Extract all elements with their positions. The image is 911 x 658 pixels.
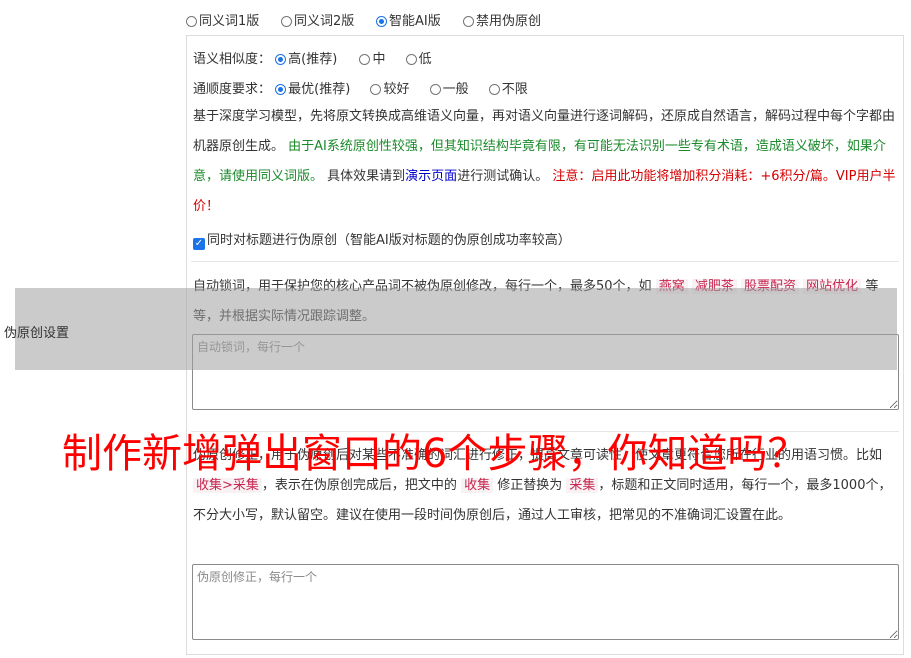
version-option-synonym1[interactable]: 同义词1版 [186,10,259,29]
similarity-label: 语义相似度： [193,52,272,67]
option-label: 高(推荐) [288,52,338,67]
description-text: ，表示在伪原创完成后，把文中的 [261,478,457,493]
fluency-option-unlimited[interactable]: 不限 [488,82,528,97]
radio-icon[interactable] [281,16,292,27]
example-tag: 收集 [461,478,494,493]
radio-selected-icon[interactable] [376,16,387,27]
fluency-row: 通顺度要求： 最优(推荐) 较好 一般 不限 [193,78,528,97]
version-option-disable[interactable]: 禁用伪原创 [463,10,541,29]
option-label: 智能AI版 [389,14,441,29]
option-label: 同义词2版 [294,14,355,29]
radio-selected-icon[interactable] [275,54,287,65]
version-option-synonym2[interactable]: 同义词2版 [281,10,354,29]
radio-icon[interactable] [359,54,371,65]
description-text: 进行测试确认。 [457,169,549,184]
divider [191,261,899,262]
option-label: 最优(推荐) [288,82,351,97]
version-option-ai[interactable]: 智能AI版 [376,10,441,29]
title-rewrite-option[interactable]: ✓ 同时对标题进行伪原创（智能AI版对标题的伪原创成功率较高） [193,229,571,250]
radio-selected-icon[interactable] [275,84,287,95]
radio-icon[interactable] [186,16,197,27]
option-label: 较好 [383,82,410,97]
ai-description: 基于深度学习模型，先将原文转换成高维语义向量，再对语义向量进行逐词解码，还原成自… [193,102,899,222]
correction-textarea[interactable] [192,564,899,640]
radio-icon[interactable] [429,84,441,95]
similarity-option-medium[interactable]: 中 [359,52,385,67]
option-label: 同义词1版 [199,14,260,29]
option-label: 一般 [442,82,469,97]
example-tag: 采集 [566,478,599,493]
fluency-label: 通顺度要求： [193,82,272,97]
example-tag: 收集>采集 [193,478,262,493]
checkbox-label: 同时对标题进行伪原创（智能AI版对标题的伪原创成功率较高） [207,233,571,248]
option-label: 低 [418,52,432,67]
option-label: 中 [372,52,386,67]
radio-icon[interactable] [463,16,474,27]
fluency-option-good[interactable]: 较好 [370,82,409,97]
similarity-option-high[interactable]: 高(推荐) [275,52,337,67]
radio-icon[interactable] [370,84,382,95]
option-label: 不限 [501,82,528,97]
overlay-title: 制作新增弹出窗口的6个步骤，你知道吗？ [62,431,808,477]
radio-icon[interactable] [405,54,417,65]
section-label: 伪原创设置 [4,326,70,341]
fluency-option-normal[interactable]: 一般 [429,82,469,97]
similarity-row: 语义相似度： 高(推荐) 中 低 [193,48,432,67]
demo-page-link[interactable]: 演示页面 [405,169,457,184]
similarity-option-low[interactable]: 低 [405,52,432,67]
radio-icon[interactable] [488,84,500,95]
checkbox-checked-icon[interactable]: ✓ [193,238,205,250]
option-label: 禁用伪原创 [476,14,542,29]
grey-highlight-band [15,288,897,370]
description-text: 具体效果请到 [327,169,406,184]
fluency-option-best[interactable]: 最优(推荐) [275,82,350,97]
description-text: 修正替换为 [497,478,563,493]
